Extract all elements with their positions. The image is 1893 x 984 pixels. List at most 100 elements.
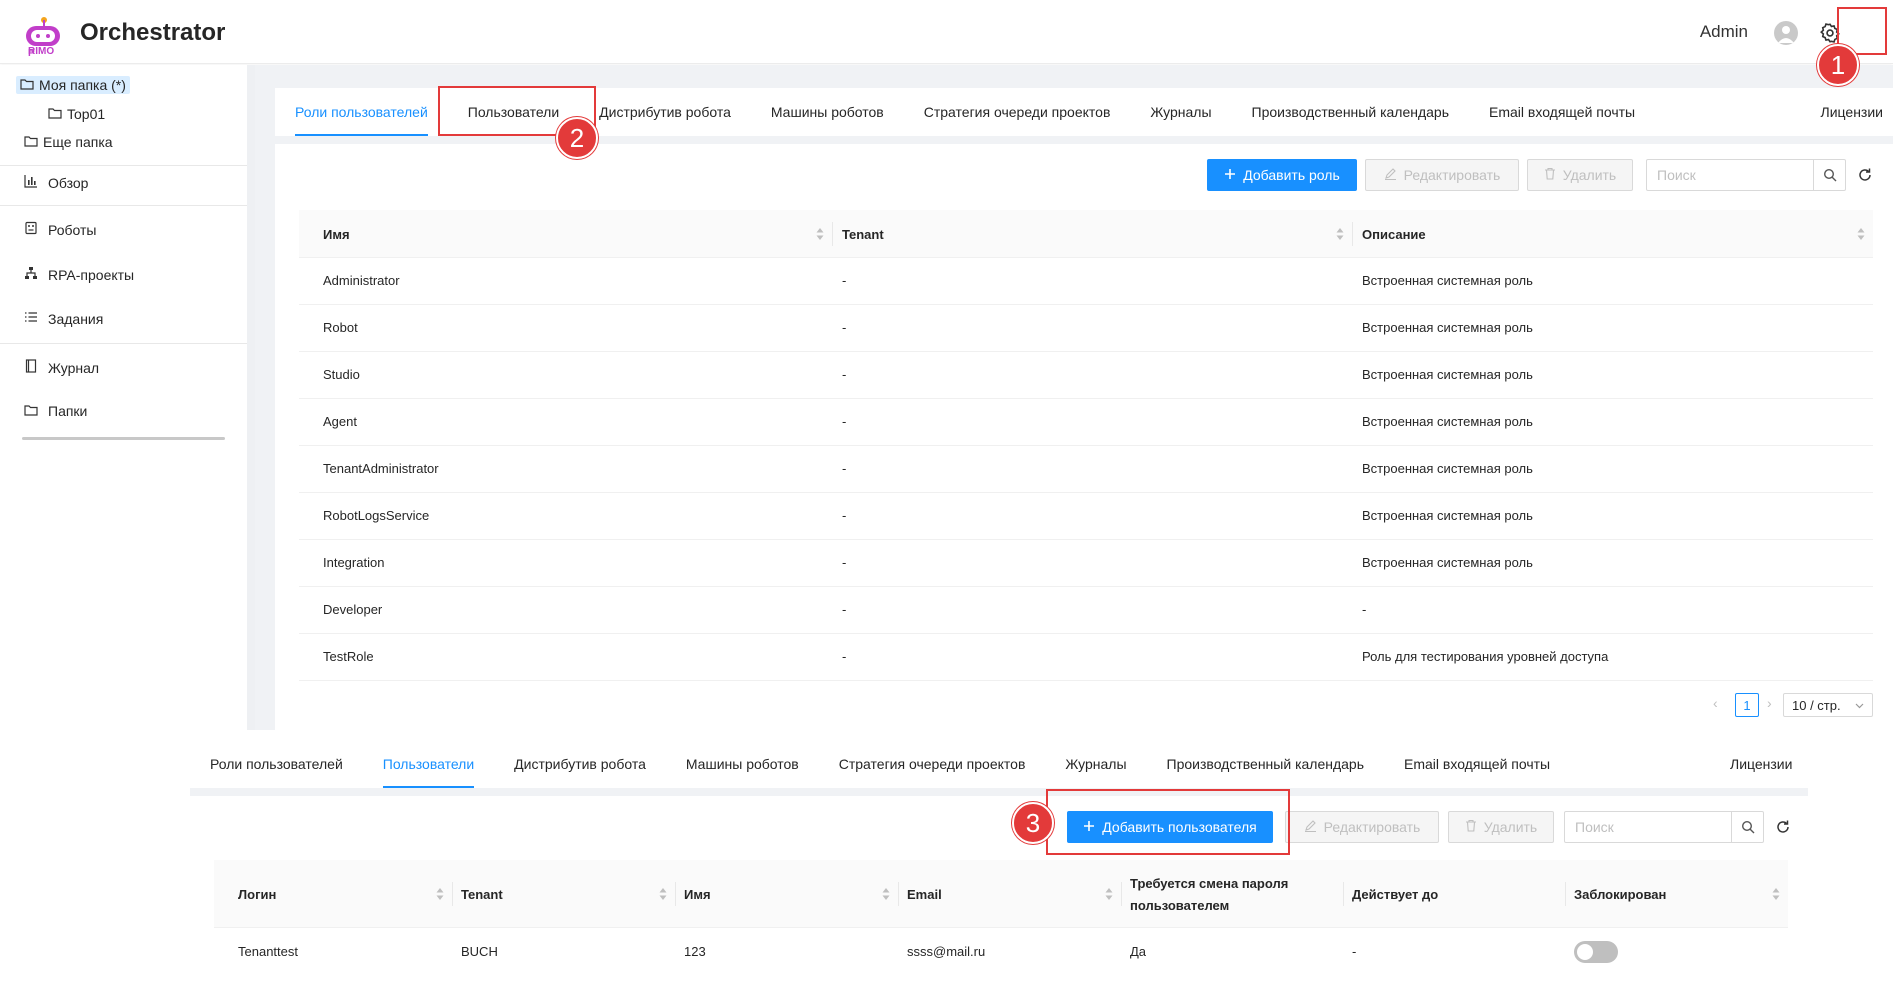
tab-robot-distribution[interactable]: Дистрибутив робота [579,88,751,136]
tab-robot-machines[interactable]: Машины роботов [666,740,819,788]
next-page-icon[interactable]: › [1767,695,1772,711]
user-tenant: BUCH [461,944,498,959]
nav-item-label: Роботы [48,221,97,238]
sort-icon[interactable] [659,888,667,900]
tab-logs[interactable]: Журналы [1045,740,1146,788]
role-description: Встроенная системная роль [1362,273,1533,288]
tab-users[interactable]: Пользователи [363,740,494,788]
sort-icon[interactable] [1857,228,1865,240]
page-size-label: 10 / стр. [1792,697,1841,713]
nav-item-robots[interactable]: Роботы [24,221,96,238]
column-header-name[interactable]: Имя [684,860,711,928]
role-tenant: - [842,555,847,570]
tab-user-roles[interactable]: Роли пользователей [275,88,448,136]
add-role-label: Добавить роль [1243,167,1340,183]
trash-icon [1465,819,1477,835]
pencil-icon [1304,819,1317,835]
page-size-select[interactable]: 10 / стр. [1783,693,1873,717]
search-icon[interactable] [1813,160,1845,190]
nav-item-rpa-projects[interactable]: RPA-проекты [24,266,134,283]
table-row[interactable]: Studio - Встроенная системная роль [299,352,1873,399]
table-row[interactable]: Robot - Встроенная системная роль [299,305,1873,352]
tab-incoming-email[interactable]: Email входящей почты [1469,88,1655,136]
sort-icon[interactable] [436,888,444,900]
table-row[interactable]: TenantAdministrator - Встроенная системн… [299,446,1873,493]
edit-role-button[interactable]: Редактировать [1365,159,1519,191]
tab-robot-machines[interactable]: Машины роботов [751,88,904,136]
column-header-tenant[interactable]: Tenant [461,860,503,928]
user-login: Tenanttest [238,944,298,959]
table-row[interactable]: Tenanttest BUCH 123 ssss@mail.ru Да - [214,928,1788,978]
blocked-toggle[interactable] [1574,941,1618,963]
nav-item-tasks[interactable]: Задания [24,310,103,327]
tree-folder-label: Еще папка [43,134,113,150]
bar-chart-icon [24,174,38,191]
edit-user-button[interactable]: Редактировать [1285,811,1439,843]
nav-item-overview[interactable]: Обзор [24,174,88,191]
reload-icon[interactable] [1855,165,1875,185]
list-icon [24,310,38,327]
search-icon[interactable] [1731,812,1763,842]
column-header-name[interactable]: Имя [323,210,350,258]
sort-icon[interactable] [1105,888,1113,900]
table-row[interactable]: RobotLogsService - Встроенная системная … [299,493,1873,540]
column-header-valid-until[interactable]: Действует до [1352,860,1438,928]
tab-robot-distribution[interactable]: Дистрибутив робота [494,740,666,788]
sort-icon[interactable] [882,888,890,900]
user-email: ssss@mail.ru [907,944,986,959]
tab-queue-strategy[interactable]: Стратегия очереди проектов [819,740,1046,788]
tab-user-roles[interactable]: Роли пользователей [190,740,363,788]
tab-incoming-email[interactable]: Email входящей почты [1384,740,1570,788]
tree-folder-my-folder[interactable]: Моя папка (*) [16,76,130,94]
sidebar-scrollbar[interactable] [22,437,225,440]
column-header-password-change[interactable]: Требуется смена пароля пользователем [1130,873,1288,917]
table-row[interactable]: Integration - Встроенная системная роль [299,540,1873,587]
tab-divider [190,788,1808,796]
table-row[interactable]: TestRole - Роль для тестирования уровней… [299,634,1873,681]
column-header-description[interactable]: Описание [1362,210,1426,258]
tree-folder-other[interactable]: Еще папка [24,134,113,150]
nav-item-label: RPA-проекты [48,266,135,283]
delete-role-label: Удалить [1562,167,1617,183]
role-name: Studio [323,367,360,382]
sort-icon[interactable] [1772,888,1780,900]
delete-role-button[interactable]: Удалить [1527,159,1633,191]
page-number-button[interactable]: 1 [1735,693,1759,717]
roles-table-header: Имя Tenant Описание [299,210,1873,258]
user-avatar-icon[interactable] [1774,21,1798,45]
column-separator [675,882,676,906]
tree-folder-top01[interactable]: Top01 [48,106,105,122]
user-name: 123 [684,944,706,959]
column-header-email[interactable]: Email [907,860,942,928]
sort-icon[interactable] [816,228,824,240]
column-header-tenant[interactable]: Tenant [842,210,884,258]
users-panel: Роли пользователей Пользователи Дистрибу… [190,740,1808,984]
tab-production-calendar[interactable]: Производственный календарь [1232,88,1469,136]
user-name[interactable]: Admin [1700,22,1748,42]
annotation-badge-3: 3 [1012,802,1054,844]
sort-icon[interactable] [1336,228,1344,240]
table-row[interactable]: Administrator - Встроенная системная рол… [299,258,1873,305]
tab-licenses[interactable]: Лицензии [1710,740,1812,788]
header-line: Требуется смена пароля [1130,876,1289,891]
reload-icon[interactable] [1773,817,1793,837]
role-description: Встроенная системная роль [1362,414,1533,429]
table-row[interactable]: Developer - - [299,587,1873,634]
users-search-input[interactable]: Поиск [1564,811,1764,843]
column-header-login[interactable]: Логин [238,860,276,928]
role-description: Встроенная системная роль [1362,508,1533,523]
tab-licenses[interactable]: Лицензии [1801,88,1893,136]
prev-page-icon[interactable]: ‹ [1713,695,1718,711]
column-header-blocked[interactable]: Заблокирован [1574,860,1666,928]
roles-search-input[interactable]: Поиск [1646,159,1846,191]
tab-production-calendar[interactable]: Производственный календарь [1147,740,1384,788]
table-row[interactable]: Agent - Встроенная системная роль [299,399,1873,446]
user-valid-until: - [1352,944,1357,959]
tab-logs[interactable]: Журналы [1130,88,1231,136]
nav-item-folders[interactable]: Папки [24,403,87,419]
nav-item-journal[interactable]: Журнал [24,359,99,376]
add-role-button[interactable]: Добавить роль [1207,159,1357,191]
role-tenant: - [842,602,847,617]
tab-queue-strategy[interactable]: Стратегия очереди проектов [904,88,1131,136]
delete-user-button[interactable]: Удалить [1448,811,1554,843]
